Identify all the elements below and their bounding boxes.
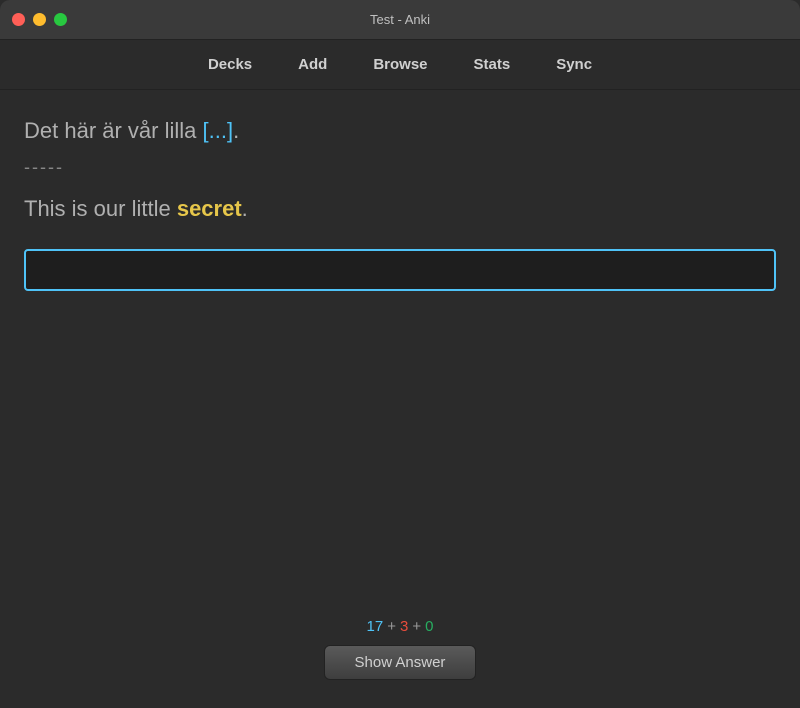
- card-counts: 17 + 3 + 0: [367, 618, 434, 635]
- bottom-area: 17 + 3 + 0 Show Answer: [0, 618, 800, 708]
- close-button[interactable]: [12, 13, 25, 26]
- nav-bar: Decks Add Browse Stats Sync: [0, 40, 800, 90]
- maximize-button[interactable]: [54, 13, 67, 26]
- answer-word: secret: [177, 196, 242, 221]
- nav-browse[interactable]: Browse: [365, 52, 435, 77]
- show-answer-button[interactable]: Show Answer: [324, 645, 477, 680]
- front-text-before: Det här är vår lilla: [24, 118, 203, 143]
- card-back: This is our little secret.: [24, 192, 776, 225]
- plus-1: +: [387, 618, 396, 635]
- count-red: 3: [400, 618, 408, 635]
- back-text-before: This is our little: [24, 196, 177, 221]
- traffic-lights: [12, 13, 67, 26]
- card-front: Det här är vår lilla [...].: [24, 114, 776, 147]
- divider: -----: [24, 157, 776, 178]
- window-title: Test - Anki: [370, 12, 430, 27]
- main-content: Det här är vår lilla [...]. ----- This i…: [0, 90, 800, 225]
- nav-sync[interactable]: Sync: [548, 52, 600, 77]
- nav-stats[interactable]: Stats: [466, 52, 519, 77]
- count-green: 0: [425, 618, 433, 635]
- back-text-after: .: [242, 196, 248, 221]
- minimize-button[interactable]: [33, 13, 46, 26]
- count-blue: 17: [367, 618, 384, 635]
- cloze-bracket: [...]: [203, 118, 234, 143]
- plus-2: +: [412, 618, 421, 635]
- nav-decks[interactable]: Decks: [200, 52, 260, 77]
- front-text-after: .: [233, 118, 239, 143]
- nav-add[interactable]: Add: [290, 52, 335, 77]
- answer-input[interactable]: [24, 249, 776, 291]
- title-bar: Test - Anki: [0, 0, 800, 40]
